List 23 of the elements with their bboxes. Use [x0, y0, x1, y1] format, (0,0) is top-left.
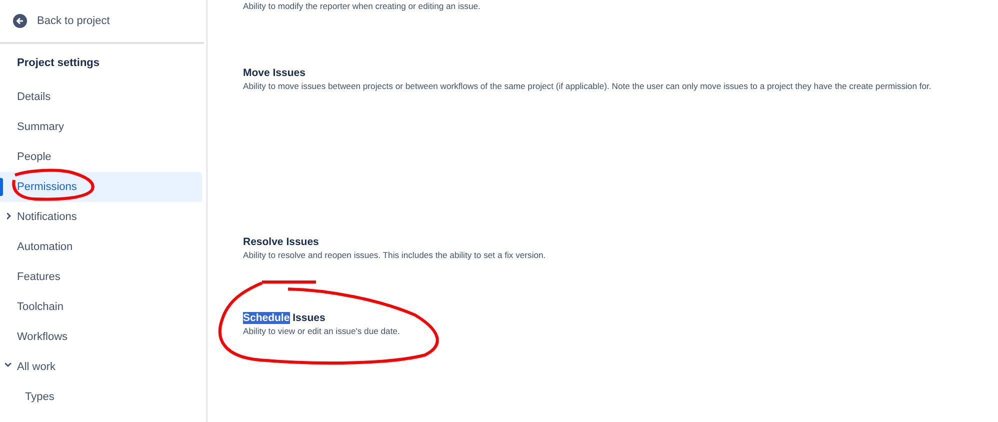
permission-description: Ability to view or edit an issue's due date. [243, 326, 401, 336]
sidebar-item[interactable]: People [0, 142, 202, 172]
chevron-down-icon[interactable] [5, 363, 12, 367]
permission-title: Schedule Issues [243, 312, 326, 326]
permission-description: Ability to resolve and reopen issues. This includes the ability to set a fix version. [243, 250, 547, 260]
selection-indicator [0, 178, 3, 196]
sidebar-item[interactable]: Toolchain [0, 292, 202, 322]
sidebar-item[interactable]: All work [0, 352, 202, 382]
sidebar-item[interactable]: Details [0, 82, 202, 112]
sidebar-item[interactable]: Types [0, 382, 202, 412]
permission-description: Ability to move issues between projects or between workflows of the same project (if applicable). Note the user can only move issues to a project they have the create permission for. [243, 81, 932, 91]
section-heading: Project settings [16, 56, 101, 71]
permission-title: Resolve Issues [243, 236, 320, 250]
permission-description: Ability to modify the reporter when creating or editing an issue. [243, 1, 482, 11]
back-link[interactable]: Back to project [0, 0, 204, 44]
sidebar-item[interactable]: Summary [0, 112, 202, 142]
permission-title: Move Issues [243, 67, 306, 81]
sidebar-item[interactable]: Notifications [0, 202, 202, 232]
sidebar-item[interactable]: Workflows [0, 322, 202, 352]
sidebar-item[interactable]: Permissions [0, 172, 202, 202]
chevron-right-icon[interactable] [7, 213, 11, 220]
sidebar-item[interactable]: Automation [0, 232, 202, 262]
sidebar-item[interactable]: Features [0, 262, 202, 292]
